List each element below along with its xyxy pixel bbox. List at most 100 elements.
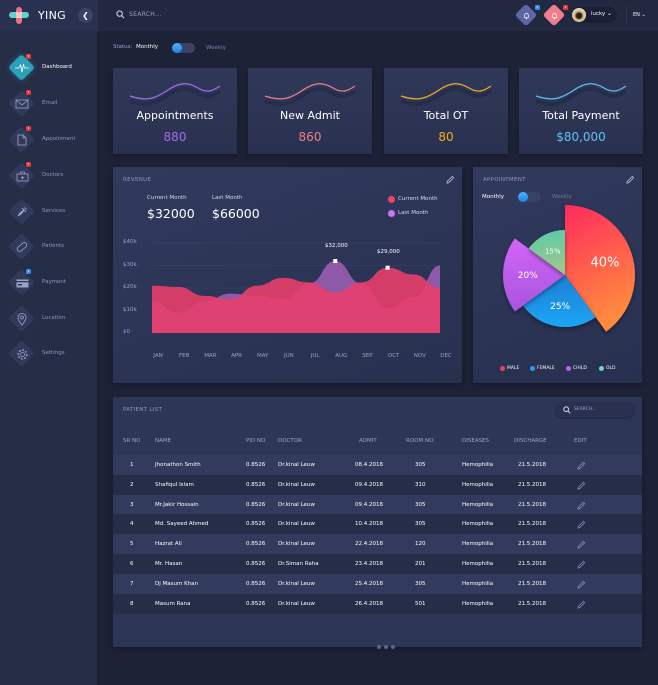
table-cell-sr-no: 4 [130, 521, 134, 528]
column-header-room-no[interactable]: ROOM NO [406, 438, 433, 444]
edit-icon[interactable] [577, 501, 586, 510]
table-cell-room-no: 120 [415, 541, 426, 548]
table-cell-doctor: Dr.kinal Leuw [278, 501, 315, 508]
table-cell-room-no: 501 [415, 600, 426, 607]
pie-slice-label: 25% [550, 302, 570, 312]
table-cell-discharge: 21.5.2018 [518, 561, 546, 567]
table-cell-name: Jhonathon Smith [155, 462, 201, 468]
column-header-edit: EDIT [574, 438, 587, 444]
table-cell-admit: 10.4.2018 [355, 521, 383, 528]
edit-icon[interactable] [577, 600, 586, 609]
table-cell-doctor: Dr.kinal Leuw [278, 541, 315, 548]
table-row[interactable]: 4 Md. Sayeed Ahmed 0.8526 Dr.kinal Leuw 10.4… [113, 514, 642, 535]
table-cell-diseases: Hemophilia [462, 481, 494, 488]
column-header-doctor[interactable]: DOCTOR [278, 438, 302, 444]
table-cell-name: Shafiqul Islam [155, 481, 194, 488]
table-cell-room-no: 305 [415, 580, 426, 587]
page-dot[interactable] [377, 645, 381, 649]
edit-icon[interactable] [577, 580, 586, 589]
table-cell-admit: 25.4.2018 [355, 580, 383, 587]
table-cell-pid-no: 0.8526 [246, 521, 266, 528]
search-icon [563, 406, 571, 414]
table-cell-discharge: 21.5.2018 [518, 580, 546, 587]
table-cell-name: Hazrat Ali [155, 541, 182, 548]
table-cell-diseases: Hemophilia [462, 600, 494, 607]
legend-label: MALE [507, 366, 520, 371]
pie-slice-label: 40% [590, 255, 619, 270]
column-header-admit[interactable]: ADMIT [359, 438, 377, 444]
table-cell-doctor: Dr.Siman Raha [278, 561, 319, 567]
column-header-sr-no[interactable]: SR NO [123, 438, 141, 444]
table-cell-doctor: Dr.kinal Leuw [278, 580, 315, 587]
edit-icon[interactable] [577, 540, 586, 549]
table-cell-sr-no: 6 [130, 561, 134, 567]
table-cell-diseases: Hemophilia [462, 580, 494, 587]
table-row[interactable]: 8 Masum Rana 0.8526 Dr.kinal Leuw 26.4.2018 5… [113, 593, 642, 614]
table-cell-doctor: Dr.kinal Leuw [278, 521, 315, 528]
table-cell-name: Masum Rana [155, 600, 191, 607]
table-row[interactable]: 5 Hazrat Ali 0.8526 Dr.kinal Leuw 22.4.2018 1… [113, 534, 642, 555]
table-cell-pid-no: 0.8526 [246, 541, 266, 548]
table-cell-room-no: 201 [415, 561, 426, 567]
edit-icon[interactable] [577, 560, 586, 569]
table-cell-room-no: 305 [415, 462, 426, 468]
table-cell-pid-no: 0.8526 [246, 600, 266, 607]
pie-slice-label: 20% [518, 271, 538, 281]
table-row[interactable]: 2 Shafiqul Islam 0.8526 Dr.kinal Leuw 09.4.2… [113, 474, 642, 495]
table-cell-diseases: Hemophilia [462, 561, 494, 567]
table-row[interactable]: 6 Mr. Hasan 0.8526 Dr.Siman Raha 23.4.2018 20… [113, 554, 642, 574]
table-cell-discharge: 21.5.2018 [518, 521, 546, 528]
table-cell-doctor: Dr.kinal Leuw [278, 481, 315, 488]
table-cell-sr-no: 2 [130, 481, 134, 488]
table-cell-room-no: 305 [415, 501, 426, 508]
table-cell-diseases: Hemophilia [462, 521, 494, 528]
page-dot[interactable] [391, 645, 395, 649]
legend-dot [566, 366, 571, 371]
table-row[interactable]: 3 Mr.Jakir Hossain 0.8526 Dr.kinal Leuw 09.4… [113, 494, 642, 515]
table-cell-doctor: Dr.kinal Leuw [278, 600, 315, 607]
table-row[interactable]: 7 Dj Masum Khan 0.8526 Dr.kinal Leuw 25.4.20… [113, 573, 642, 594]
search-placeholder: SEARCH... [574, 407, 597, 412]
table-cell-admit: 09.4.2018 [355, 501, 383, 508]
table-cell-sr-no: 8 [130, 600, 134, 607]
table-cell-discharge: 21.5.2018 [518, 501, 546, 508]
table-cell-sr-no: 7 [130, 580, 134, 587]
pie-slice-label: 15% [545, 247, 561, 255]
edit-icon[interactable] [577, 481, 586, 490]
table-cell-pid-no: 0.8526 [246, 580, 266, 587]
table-cell-diseases: Hemophilia [462, 462, 494, 468]
panel-title: PATIENT LIST [123, 407, 163, 413]
column-header-name[interactable]: NAME [155, 438, 171, 444]
table-cell-name: Dj Masum Khan [155, 580, 199, 587]
legend-dot [500, 366, 505, 371]
table-cell-room-no: 305 [415, 521, 426, 528]
table-cell-doctor: Dr.kinal Leuw [278, 462, 315, 468]
table-cell-diseases: Hemophilia [462, 541, 494, 548]
legend-dot [599, 366, 604, 371]
column-header-discharge[interactable]: DISCHARGE [514, 438, 547, 444]
table-cell-discharge: 21.5.2018 [518, 600, 546, 607]
page-dot[interactable] [384, 645, 388, 649]
table-cell-discharge: 21.5.2018 [518, 462, 546, 468]
column-header-diseases[interactable]: DISEASES [462, 438, 489, 444]
table-cell-discharge: 21.5.2018 [518, 541, 546, 548]
legend-dot [530, 366, 535, 371]
table-cell-name: Mr. Hasan [155, 561, 183, 567]
table-cell-pid-no: 0.8526 [246, 462, 266, 468]
legend-label: FEMALE [537, 366, 555, 371]
table-cell-name: Md. Sayeed Ahmed [155, 521, 209, 528]
table-cell-discharge: 21.5.2018 [518, 481, 546, 488]
table-cell-pid-no: 0.8526 [246, 501, 266, 508]
table-cell-admit: 23.4.2018 [355, 561, 383, 567]
edit-icon[interactable] [577, 461, 586, 470]
table-cell-pid-no: 0.8526 [246, 481, 266, 488]
patient-search-input[interactable]: SEARCH... [556, 403, 634, 417]
column-header-pid-no[interactable]: PID NO [246, 438, 265, 444]
table-cell-admit: 26.4.2018 [355, 600, 383, 607]
table-cell-name: Mr.Jakir Hossain [155, 501, 199, 508]
legend-label: OLD [606, 366, 616, 371]
pagination-dots[interactable] [377, 634, 398, 653]
table-cell-sr-no: 1 [130, 462, 134, 468]
edit-icon[interactable] [577, 520, 586, 529]
table-row[interactable]: 1 Jhonathon Smith 0.8526 Dr.kinal Leuw 08.4.… [113, 455, 642, 475]
